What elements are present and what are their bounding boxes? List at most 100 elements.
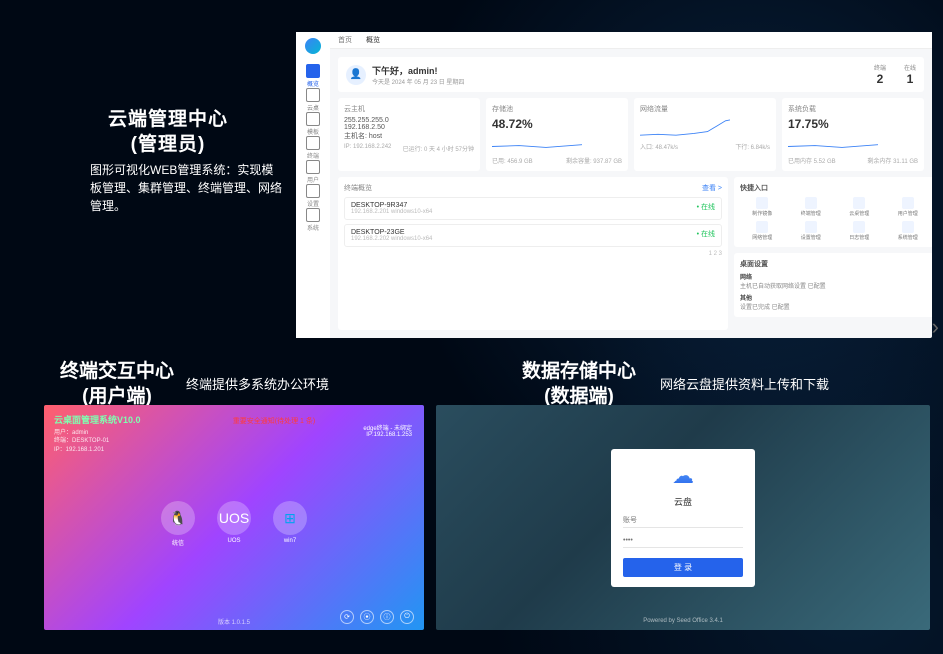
quick-item-2[interactable]: 云桌管理 (837, 197, 882, 217)
config-sec2-text: 设置已完成 已配置 (740, 302, 930, 311)
sidebar-label-3: 终端 (307, 151, 319, 160)
client-warning[interactable]: 重要安全通知(待处理 1 条) (233, 418, 315, 425)
stat-title-0: 云主机 (344, 104, 474, 114)
carousel-next-icon[interactable]: › (932, 314, 939, 340)
section1-title: 云端管理中心 (管理员) (108, 108, 228, 157)
desktop-tile-0[interactable]: 🐧 统信 (161, 501, 195, 547)
client-edge-l1: edge终端 - 未绑定 (363, 423, 412, 432)
login-panel: ☁ 云盘 登 录 (611, 449, 755, 587)
section1-title-l2: (管理员) (108, 133, 228, 158)
cloud-disk-window: ☁ 云盘 登 录 Powered by Seed Office 3.4.1 (436, 405, 930, 630)
quick-icon-2 (853, 197, 865, 209)
section2-title: 终端交互中心 (用户端) (60, 360, 174, 409)
greeting-text: 下午好，admin! (372, 64, 464, 77)
desktop-tile-2[interactable]: ⊞ win7 (273, 501, 307, 547)
client-info-2: IP：192.168.1.201 (54, 446, 414, 454)
avatar-icon: 👤 (346, 65, 366, 85)
login-button[interactable]: 登 录 (623, 558, 743, 577)
quick-icon-5 (805, 221, 817, 233)
quick-icon-6 (853, 221, 865, 233)
sidebar-label-4: 用户 (307, 175, 319, 184)
quick-item-5[interactable]: 设置管理 (789, 221, 834, 241)
sidebar-icon-0 (306, 64, 320, 78)
quick-item-7[interactable]: 系统管理 (886, 221, 931, 241)
sidebar-icon-5 (306, 184, 320, 198)
terminal-status-1: • 在线 (697, 229, 715, 242)
terminals-more-link[interactable]: 查看 > (702, 183, 722, 193)
breadcrumb-tab[interactable]: 概览 (362, 33, 384, 47)
quick-entry-title: 快捷入口 (740, 183, 930, 193)
desktop-tile-label-1: UOS (227, 538, 240, 544)
client-control-2-icon[interactable]: ⓘ (380, 610, 394, 624)
config-sec1-title: 网络 (740, 272, 930, 281)
password-input[interactable] (623, 534, 743, 548)
sidebar-item-1[interactable]: 云桌 (306, 88, 320, 112)
sidebar-item-5[interactable]: 设置 (306, 184, 320, 208)
sidebar-label-6: 系统 (307, 223, 319, 232)
config-sec2-title: 其他 (740, 293, 930, 302)
quick-item-3[interactable]: 用户管理 (886, 197, 931, 217)
config-sec1-text: 主机已自动获取网络设置 已配置 (740, 281, 930, 290)
stat-card-2: 网络流量 入口: 48.47k/s 下行: 6.84k/s (634, 98, 776, 171)
sidebar-item-3[interactable]: 终端 (306, 136, 320, 160)
terminals-pager[interactable]: 1 2 3 (344, 251, 722, 257)
sidebar-label-2: 模板 (307, 127, 319, 136)
desktop-tile-1[interactable]: UOS UOS (217, 501, 251, 547)
quick-item-6[interactable]: 日志管理 (837, 221, 882, 241)
section1-desc: 图形可视化WEB管理系统：实现模板管理、集群管理、终端管理、网络管理。 (90, 161, 285, 215)
desktop-tile-icon-2: ⊞ (273, 501, 307, 535)
stat-card-1: 存储池 48.72% 已用: 456.9 GB 剩余容量: 937.87 GB (486, 98, 628, 171)
quick-item-4[interactable]: 网络管理 (740, 221, 785, 241)
stat-card-3: 系统负载 17.75% 已用内存 5.52 GB 剩余内存 31.11 GB (782, 98, 924, 171)
quick-icon-1 (805, 197, 817, 209)
quick-icon-3 (902, 197, 914, 209)
client-version: 版本 1.0.1.5 (218, 617, 250, 626)
section3-title: 数据存储中心 (数据端) (522, 360, 636, 409)
section2-title-l1: 终端交互中心 (60, 360, 174, 385)
dashboard-body: 👤 下午好，admin! 今天是 2024 年 05 月 23 日 星期四 终端… (330, 49, 932, 338)
sidebar-icon-1 (306, 88, 320, 102)
username-input[interactable] (623, 514, 743, 528)
quick-icon-4 (756, 221, 768, 233)
client-edge-l2: IP:192.168.1.253 (363, 432, 412, 438)
greet-stat-1: 在线1 (904, 63, 916, 86)
quick-entry-card: 快捷入口 制作镜像 终端管理 云桌管理 用户管理 网络管理 设置管理 日志管理 … (734, 177, 932, 247)
desktop-tile-label-0: 统信 (172, 538, 184, 547)
desktop-tile-icon-1: UOS (217, 501, 251, 535)
stat-spark-3-icon (788, 133, 878, 151)
client-control-1-icon[interactable]: ⦿ (360, 610, 374, 624)
sidebar-item-2[interactable]: 模板 (306, 112, 320, 136)
quick-item-1[interactable]: 终端管理 (789, 197, 834, 217)
sidebar-item-6[interactable]: 系统 (306, 208, 320, 232)
section3-title-l1: 数据存储中心 (522, 360, 636, 385)
disk-footer: Powered by Seed Office 3.4.1 (436, 618, 930, 624)
sidebar-item-0[interactable]: 概览 (306, 64, 320, 88)
client-control-0-icon[interactable]: ⟳ (340, 610, 354, 624)
terminal-row-1[interactable]: DESKTOP-23GE192.168.2.202 windows10-x64 … (344, 224, 722, 247)
greeting-date: 今天是 2024 年 05 月 23 日 星期四 (372, 77, 464, 86)
terminals-card: 终端概览 查看 > DESKTOP-9R347192.168.2.201 win… (338, 177, 728, 330)
greet-stat-0: 终端2 (874, 63, 886, 86)
breadcrumb-home[interactable]: 首页 (338, 35, 352, 45)
stat-title-3: 系统负载 (788, 104, 918, 114)
sidebar-item-4[interactable]: 用户 (306, 160, 320, 184)
section3-desc: 网络云盘提供资料上传和下载 (660, 374, 829, 393)
dashboard-sidebar: 概览 云桌 模板 终端 用户 设置 系统 (296, 32, 330, 338)
client-title: 云桌面管理系统V10.0 (54, 415, 141, 425)
section1-title-l1: 云端管理中心 (108, 108, 228, 133)
client-control-3-icon[interactable]: ⏻ (400, 610, 414, 624)
user-client-window: 云桌面管理系统V10.0 重要安全通知(待处理 1 条) 用户：admin终端：… (44, 405, 424, 630)
sidebar-icon-2 (306, 112, 320, 126)
sidebar-label-1: 云桌 (307, 103, 319, 112)
quick-item-0[interactable]: 制作镜像 (740, 197, 785, 217)
terminals-title: 终端概览 (344, 183, 372, 193)
stat-title-1: 存储池 (492, 104, 622, 114)
stat-card-0: 云主机 255.255.255.0192.168.2.50主机名: host I… (338, 98, 480, 171)
sidebar-icon-3 (306, 136, 320, 150)
terminal-status-0: • 在线 (697, 202, 715, 215)
dashboard-topbar: 首页 概览 (330, 32, 932, 49)
sidebar-label-5: 设置 (307, 199, 319, 208)
greeting-card: 👤 下午好，admin! 今天是 2024 年 05 月 23 日 星期四 终端… (338, 57, 924, 92)
sidebar-label-0: 概览 (307, 79, 319, 88)
terminal-row-0[interactable]: DESKTOP-9R347192.168.2.201 windows10-x64… (344, 197, 722, 220)
